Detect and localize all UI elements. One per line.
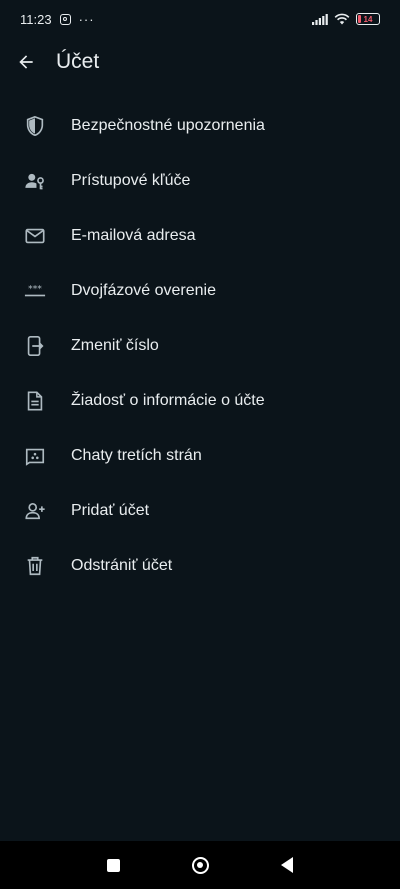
document-icon [24,390,46,412]
battery-level: 14 [363,14,373,24]
menu-item-label: Odstrániť účet [71,556,173,574]
system-navigation-bar [0,841,400,889]
page-title: Účet [56,50,100,73]
account-settings-screen: 11:23 ··· 14 Účet Bezpečnostné upozornen… [0,0,400,889]
menu-item-label: E-mailová adresa [71,226,196,244]
third-party-chat-icon [24,445,46,467]
add-person-icon [24,500,46,522]
status-left: 11:23 ··· [20,12,95,27]
menu-item-request-account-info[interactable]: Žiadosť o informácie o účte [0,373,400,428]
home-button[interactable] [192,856,209,874]
signal-icon [312,13,328,25]
settings-list: Bezpečnostné upozornenia Prístupové kľúč… [0,98,400,593]
menu-item-third-party-chats[interactable]: Chaty tretích strán [0,428,400,483]
app-bar: Účet [0,38,400,86]
password-dots-icon: *** [24,280,46,302]
menu-item-change-number[interactable]: Zmeniť číslo [0,318,400,373]
wifi-icon [334,13,350,25]
menu-item-label: Pridať účet [71,501,150,519]
trash-icon [24,555,46,577]
arrow-left-icon [19,55,33,69]
more-notifications-icon: ··· [78,11,95,27]
instagram-notification-icon [59,13,71,25]
status-bar: 11:23 ··· 14 [0,0,400,38]
person-key-icon [24,170,46,192]
status-time: 11:23 [20,11,52,27]
menu-item-delete-account[interactable]: Odstrániť účet [0,538,400,593]
menu-item-security-notifications[interactable]: Bezpečnostné upozornenia [0,98,400,153]
menu-item-two-step-verification[interactable]: *** Dvojfázové overenie [0,263,400,318]
menu-item-label: Zmeniť číslo [71,336,159,354]
recent-apps-button[interactable] [107,858,120,872]
menu-item-passkeys[interactable]: Prístupové kľúče [0,153,400,208]
phone-transfer-icon [24,335,46,357]
menu-item-label: Žiadosť o informácie o účte [71,391,265,409]
menu-item-add-account[interactable]: Pridať účet [0,483,400,538]
mail-icon [24,225,46,247]
menu-item-label: Chaty tretích strán [71,446,202,464]
menu-item-label: Dvojfázové overenie [71,281,216,299]
menu-item-label: Prístupové kľúče [71,171,191,189]
back-button[interactable] [14,50,38,74]
battery-fill [358,15,361,23]
system-back-button[interactable] [281,857,293,873]
status-right: 14 [312,13,380,25]
menu-item-email-address[interactable]: E-mailová adresa [0,208,400,263]
shield-icon [24,115,46,137]
battery-icon: 14 [356,13,380,25]
menu-item-label: Bezpečnostné upozornenia [71,116,265,134]
svg-text:***: *** [28,283,42,294]
